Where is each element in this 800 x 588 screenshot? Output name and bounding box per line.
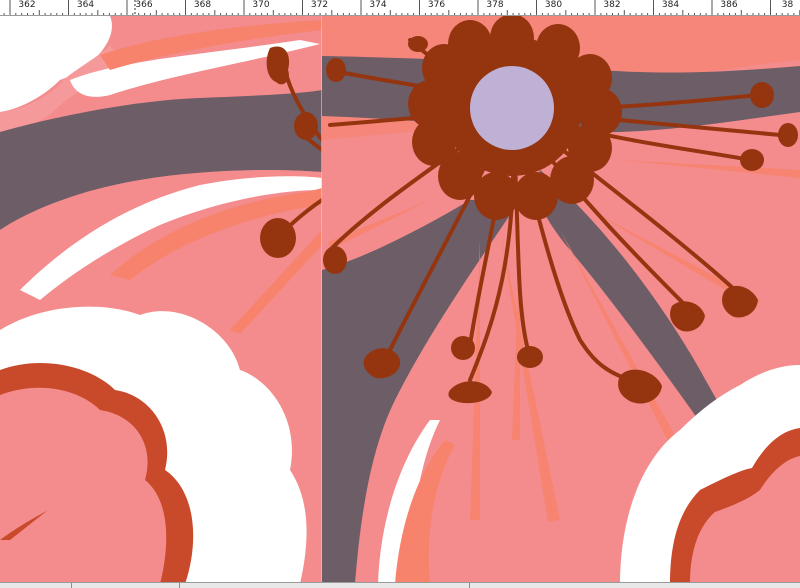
ruler-tick-label: 372 <box>310 0 329 10</box>
ruler-tick-label: 38 <box>781 0 794 10</box>
ruler-tick-label: 384 <box>661 0 680 10</box>
flower-center-disc <box>470 66 554 150</box>
ruler-tick-label: 386 <box>720 0 738 10</box>
ruler-tick-label: 376 <box>427 0 446 10</box>
ruler-ticks <box>3 0 800 15</box>
status-bar <box>0 582 800 588</box>
document-canvas[interactable] <box>0 16 800 584</box>
ruler-tick-label: 364 <box>76 0 95 10</box>
left-panel <box>0 16 324 584</box>
right-panel <box>322 16 800 584</box>
ruler-tick-label: 380 <box>544 0 563 10</box>
status-section-3 <box>180 583 470 588</box>
ruler-tick-label: 368 <box>193 0 212 10</box>
ruler-tick-label: 362 <box>18 0 36 10</box>
ruler-tick-label: 382 <box>603 0 621 10</box>
ruler-tick-label: 374 <box>369 0 387 10</box>
status-section-4 <box>470 583 800 588</box>
ruler-tick-label: 366 <box>135 0 153 10</box>
ruler-tick-label: 378 <box>486 0 504 10</box>
status-section-2 <box>72 583 180 588</box>
flower-artwork <box>0 16 800 584</box>
ruler-tick-label: 370 <box>252 0 270 10</box>
horizontal-ruler[interactable]: 362 364 366 368 370 372 374 376 378 380 382 384 386 3… <box>0 0 800 16</box>
status-section-1 <box>0 583 72 588</box>
